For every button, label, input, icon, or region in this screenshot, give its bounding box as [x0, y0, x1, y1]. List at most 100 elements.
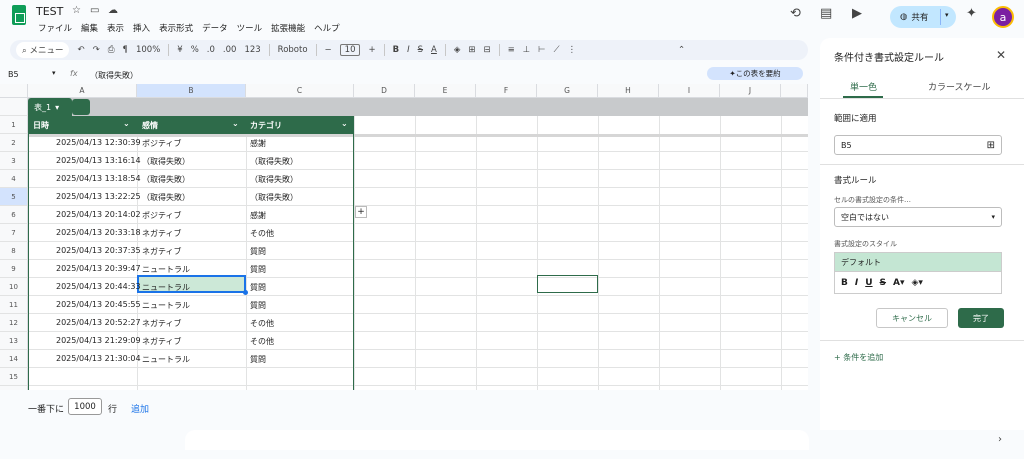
select-all-corner[interactable]: [0, 84, 28, 98]
collapse-toolbar-icon[interactable]: ⌃: [678, 45, 685, 55]
condition-select[interactable]: 空白ではない ▾: [834, 207, 1002, 227]
menu-edit[interactable]: 編集: [81, 22, 98, 34]
grid-select-icon[interactable]: ⊞: [987, 140, 995, 151]
row-header[interactable]: 14: [0, 350, 28, 368]
add-rule-button[interactable]: + 条件を追加: [834, 352, 883, 363]
summarize-button[interactable]: ✦ この表を要約: [707, 67, 803, 80]
menu-data[interactable]: データ: [202, 22, 228, 34]
text-color-icon[interactable]: A▾: [893, 278, 904, 288]
row-header[interactable]: 5: [0, 188, 28, 206]
tab-single-color[interactable]: 単一色: [850, 80, 877, 93]
column-header[interactable]: H: [598, 84, 659, 98]
valign-icon[interactable]: ⊥: [523, 45, 530, 55]
column-header[interactable]: J: [720, 84, 781, 98]
style-preview[interactable]: デフォルト: [834, 252, 1002, 272]
column-header[interactable]: A: [28, 84, 137, 98]
folder-icon[interactable]: ▭: [90, 5, 99, 16]
column-header[interactable]: F: [476, 84, 537, 98]
star-icon[interactable]: ☆: [72, 5, 81, 16]
table-view-icon[interactable]: [72, 99, 90, 115]
zoom-select[interactable]: 100%: [136, 45, 160, 55]
table-header-cell[interactable]: 感情: [142, 120, 158, 131]
done-button[interactable]: 完了: [958, 308, 1004, 328]
close-icon[interactable]: ✕: [996, 48, 1006, 62]
row-header[interactable]: 15: [0, 368, 28, 386]
menu-view[interactable]: 表示: [107, 22, 124, 34]
rows-count-input[interactable]: 1000: [68, 398, 102, 415]
bold-icon[interactable]: B: [841, 278, 848, 288]
range-input[interactable]: B5 ⊞: [834, 135, 1002, 155]
italic-icon[interactable]: I: [407, 45, 410, 55]
formula-input[interactable]: （取得失敗）: [90, 70, 138, 81]
menu-tools[interactable]: ツール: [237, 22, 263, 34]
menu-extensions[interactable]: 拡張機能: [271, 22, 305, 34]
menu-format[interactable]: 表示形式: [159, 22, 193, 34]
merge-icon[interactable]: ⊟: [484, 45, 491, 55]
row-header[interactable]: 6: [0, 206, 28, 224]
tab-color-scale[interactable]: カラースケール: [928, 80, 991, 93]
bold-icon[interactable]: B: [393, 45, 399, 55]
gemini-icon[interactable]: ✦: [966, 6, 977, 21]
spreadsheet-grid[interactable]: A B C D E F G H I J 1 2 3 4 5 6 7 8 9 10…: [0, 84, 808, 430]
table-header-cell[interactable]: カテゴリ: [250, 120, 282, 131]
row-header[interactable]: 8: [0, 242, 28, 260]
chevron-right-icon[interactable]: ›: [998, 434, 1002, 445]
align-icon[interactable]: ≡: [508, 45, 515, 55]
print-icon[interactable]: ⎙: [108, 45, 115, 55]
font-select[interactable]: Roboto: [278, 45, 308, 55]
undo-icon[interactable]: ↶: [77, 45, 84, 55]
table-name-tab[interactable]: 表_1 ▾: [28, 98, 72, 116]
number-format-button[interactable]: 123: [244, 45, 260, 55]
more-icon[interactable]: ⋮: [568, 45, 577, 55]
row-header[interactable]: 11: [0, 296, 28, 314]
menu-search[interactable]: ⌕ メニュー: [16, 42, 70, 58]
strikethrough-icon[interactable]: S: [418, 45, 423, 55]
cancel-button[interactable]: キャンセル: [876, 308, 948, 328]
borders-icon[interactable]: ⊞: [468, 45, 475, 55]
column-header[interactable]: G: [537, 84, 598, 98]
sheets-logo-icon[interactable]: [12, 5, 26, 25]
fill-color-icon[interactable]: ◈: [454, 45, 461, 55]
currency-button[interactable]: ¥: [177, 45, 182, 55]
table-header-cell[interactable]: 日時: [33, 120, 49, 131]
column-header[interactable]: C: [246, 84, 354, 98]
document-title[interactable]: TEST: [36, 5, 63, 18]
font-size-increase-icon[interactable]: +: [368, 45, 375, 55]
wrap-icon[interactable]: ⊢: [538, 45, 545, 55]
chevron-down-icon[interactable]: ▾: [945, 11, 949, 19]
avatar[interactable]: a: [992, 6, 1014, 28]
row-header[interactable]: 7: [0, 224, 28, 242]
comment-icon[interactable]: ▤: [820, 6, 832, 21]
row-header[interactable]: 13: [0, 332, 28, 350]
history-icon[interactable]: ⟲: [790, 6, 801, 21]
paint-format-icon[interactable]: ¶: [123, 45, 128, 55]
percent-button[interactable]: %: [191, 45, 199, 55]
row-header[interactable]: 9: [0, 260, 28, 278]
column-header[interactable]: B: [137, 84, 246, 98]
filter-dropdown-icon[interactable]: ⌄: [341, 119, 348, 128]
column-header[interactable]: E: [415, 84, 476, 98]
column-header[interactable]: D: [354, 84, 415, 98]
name-box[interactable]: B5: [8, 70, 19, 79]
chevron-down-icon[interactable]: ▾: [52, 69, 56, 77]
share-button[interactable]: ◍ 共有 ▾: [890, 6, 956, 28]
font-size-input[interactable]: 10: [339, 44, 361, 56]
filter-dropdown-icon[interactable]: ⌄: [232, 119, 239, 128]
menu-help[interactable]: ヘルプ: [314, 22, 340, 34]
font-size-decrease-icon[interactable]: −: [325, 45, 332, 55]
italic-icon[interactable]: I: [855, 278, 858, 288]
menu-file[interactable]: ファイル: [38, 22, 72, 34]
underline-icon[interactable]: U: [865, 278, 872, 288]
add-rows-button[interactable]: 追加: [131, 402, 149, 415]
fill-color-icon[interactable]: ◈▾: [912, 278, 923, 288]
strikethrough-icon[interactable]: S: [880, 278, 886, 288]
redo-icon[interactable]: ↷: [93, 45, 100, 55]
row-header[interactable]: 4: [0, 170, 28, 188]
decrease-decimal-button[interactable]: .0: [207, 45, 215, 55]
text-color-icon[interactable]: A: [431, 45, 437, 55]
row-header[interactable]: 12: [0, 314, 28, 332]
row-header[interactable]: 3: [0, 152, 28, 170]
rotate-icon[interactable]: ⟋: [554, 45, 560, 55]
frozen-row-divider[interactable]: [354, 134, 808, 137]
row-header[interactable]: 1: [0, 116, 28, 134]
